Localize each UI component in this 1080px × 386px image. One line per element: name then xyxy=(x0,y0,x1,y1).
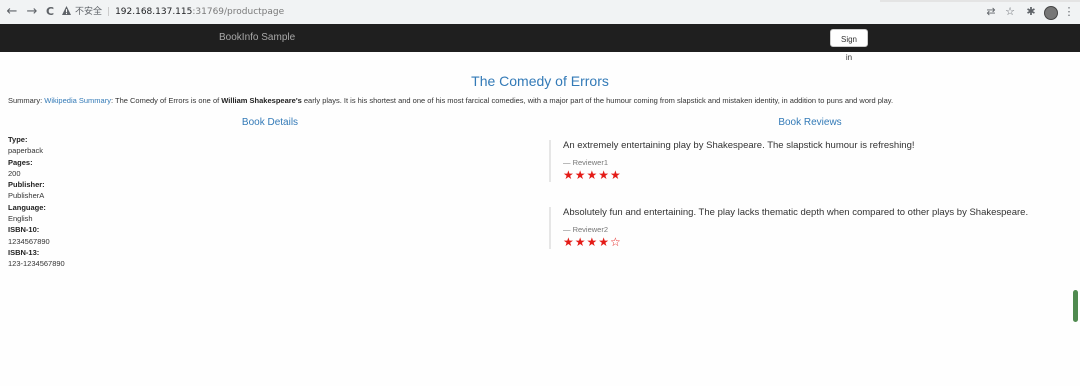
review-text: An extremely entertaining play by Shakes… xyxy=(563,140,915,151)
summary-text-2: early plays. It is his shortest and one … xyxy=(301,96,894,105)
forward-icon[interactable]: → xyxy=(24,4,40,20)
review-text: Absolutely fun and entertaining. The pla… xyxy=(563,207,1029,218)
back-icon[interactable]: ← xyxy=(4,4,20,20)
wikipedia-summary-link[interactable]: Wikipedia Summary xyxy=(44,96,111,105)
detail-value-pages: 200 xyxy=(8,168,21,178)
book-details: Type: paperback Pages: 200 Publisher: Pu… xyxy=(8,134,65,270)
scrollbar-thumb[interactable] xyxy=(1073,290,1078,322)
browser-toolbar: ← → C 不安全 | 192.168.137.115:31769/productp… xyxy=(0,0,1080,25)
star-icon[interactable]: ☆ xyxy=(1003,5,1017,19)
reviewer-name: — Reviewer1 xyxy=(563,158,609,167)
detail-value-language: English xyxy=(8,214,33,224)
warning-icon[interactable] xyxy=(62,4,71,15)
summary-prefix: Summary: xyxy=(8,96,45,105)
profile-avatar[interactable] xyxy=(1044,6,1058,20)
detail-value-type: paperback xyxy=(8,146,44,156)
page-title: The Comedy of Errors xyxy=(471,73,609,89)
book-reviews-heading: Book Reviews xyxy=(778,117,842,128)
review-item: Absolutely fun and entertaining. The pla… xyxy=(549,207,1063,249)
summary-author: William Shakespeare's xyxy=(221,96,302,105)
divider: | xyxy=(107,7,111,17)
detail-value-publisher: PublisherA xyxy=(8,191,45,201)
address-bar[interactable]: 不安全 | 192.168.137.115:31769/productpage xyxy=(62,3,962,21)
detail-label-type: Type: xyxy=(8,135,28,144)
detail-label-isbn13: ISBN-13: xyxy=(8,247,40,257)
summary-text-1: : The Comedy of Errors is one of xyxy=(110,96,222,105)
reviewer-name: — Reviewer2 xyxy=(563,225,609,234)
review-item: An extremely entertaining play by Shakes… xyxy=(549,140,1063,182)
detail-label-isbn10: ISBN-10: xyxy=(8,225,40,235)
rating-stars: ★★★★☆ xyxy=(563,235,622,249)
detail-value-isbn13: 123-1234567890 xyxy=(8,259,65,269)
url-path: :31769/productpage xyxy=(192,7,285,17)
detail-label-language: Language: xyxy=(8,202,46,212)
detail-label-publisher: Publisher: xyxy=(8,180,45,190)
book-details-heading: Book Details xyxy=(241,117,299,128)
brand-link[interactable]: BookInfo Sample xyxy=(219,24,295,52)
detail-label-pages: Pages: xyxy=(8,157,33,167)
extensions-icon[interactable]: ✱ xyxy=(1024,5,1038,19)
product-summary: Summary: Wikipedia Summary: The Comedy o… xyxy=(8,96,1072,105)
security-warning[interactable]: 不安全 xyxy=(75,7,102,17)
navbar: BookInfo Sample Sign in xyxy=(0,24,1080,62)
detail-value-isbn10: 1234567890 xyxy=(8,236,50,246)
signin-button[interactable]: Sign in xyxy=(830,29,868,62)
url-host: 192.168.137.115 xyxy=(115,7,193,17)
reload-icon[interactable]: C xyxy=(42,4,58,20)
translate-icon[interactable]: ⇄ xyxy=(984,5,998,19)
rating-stars: ★★★★★ xyxy=(563,168,622,182)
tab-strip-edge xyxy=(880,0,1080,2)
menu-icon[interactable]: ⋮ xyxy=(1062,5,1076,19)
